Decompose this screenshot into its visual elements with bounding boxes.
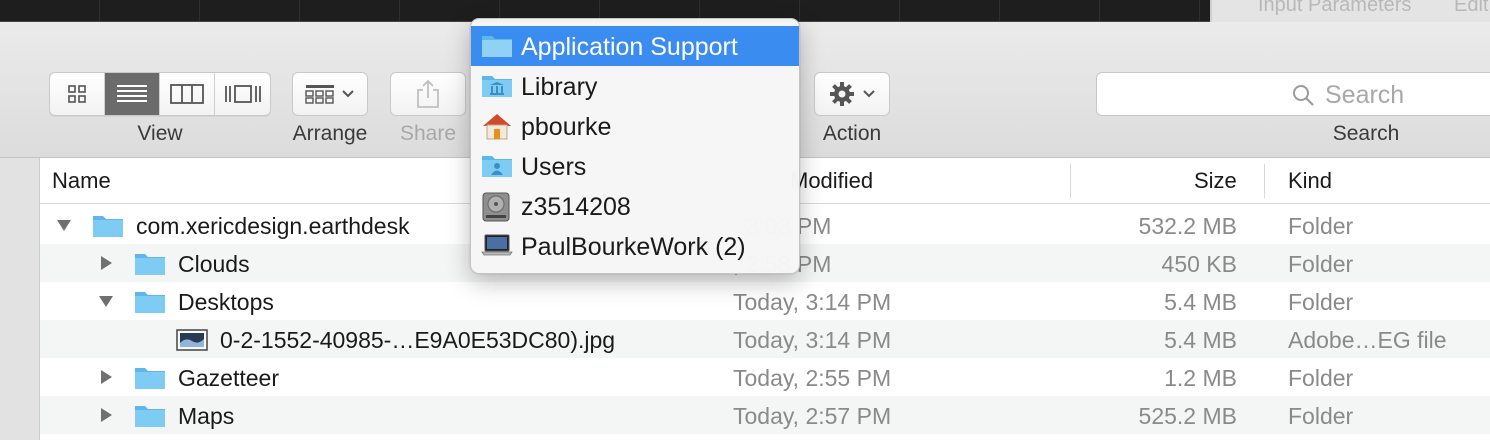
row-name: 0-2-1552-40985-…E9A0E53DC80).jpg (220, 327, 616, 353)
image-file-icon (176, 329, 208, 351)
row-size: 532.2 MB (1138, 213, 1237, 239)
menu-item-library[interactable]: Library (471, 66, 799, 106)
arrange-button[interactable] (292, 72, 368, 116)
row-size: 5.4 MB (1164, 289, 1237, 315)
chevron-down-icon (342, 90, 354, 98)
search-label: Search (1332, 122, 1400, 145)
grid-icon (68, 85, 86, 103)
row-name: Clouds (178, 251, 250, 277)
share-icon (417, 79, 439, 108)
menu-item-label: Library (521, 73, 598, 101)
action-button[interactable] (814, 72, 890, 116)
home-icon (483, 114, 511, 140)
cover-flow-icon (224, 85, 261, 103)
folder-icon (93, 216, 123, 237)
share-label: Share (399, 122, 457, 145)
row-size: 450 KB (1161, 251, 1237, 277)
menu-item-label: Application Support (521, 33, 738, 61)
list-view-button[interactable] (105, 73, 160, 115)
folder-icon (135, 406, 165, 427)
laptop-icon (481, 234, 513, 256)
view-segmented-control[interactable] (49, 72, 271, 116)
name-column-header[interactable]: Name (52, 168, 111, 194)
cover-flow-view-button[interactable] (215, 73, 270, 115)
folder-icon (482, 36, 512, 57)
modified-column-header[interactable]: Modified (790, 168, 873, 194)
size-column-header[interactable]: Size (1194, 168, 1237, 194)
row-name: Desktops (178, 289, 274, 315)
table-row[interactable]: Desktops Today, 3:14 PM 5.4 MB Folder (40, 282, 1490, 320)
row-name: Maps (178, 403, 235, 429)
menu-item-users[interactable]: Users (471, 146, 799, 186)
menu-item-application-support[interactable]: Application Support (471, 26, 799, 66)
menu-item-label: PaulBourkeWork (2) (521, 233, 746, 261)
table-row[interactable]: Gazetteer Today, 2:55 PM 1.2 MB Folder (40, 358, 1490, 396)
menu-item-paulbourkework[interactable]: PaulBourkeWork (2) (471, 226, 799, 266)
menu-item-z3514208[interactable]: z3514208 (471, 186, 799, 226)
edit-label: Edit (1454, 0, 1489, 16)
row-kind: Folder (1288, 403, 1354, 429)
row-date: Today, 2:57 PM (733, 403, 892, 429)
menu-item-label: pbourke (521, 113, 612, 141)
disclosure-triangle-collapsed-icon[interactable] (97, 368, 115, 386)
input-parameters-label: Input Parameters (1258, 0, 1412, 16)
disclosure-triangle-expanded-icon[interactable] (55, 216, 73, 234)
row-name: Gazetteer (178, 365, 279, 391)
row-name: com.xericdesign.earthdesk (136, 213, 410, 239)
column-separator[interactable] (1070, 164, 1071, 198)
row-date: Today, 2:55 PM (733, 365, 892, 391)
arrange-label: Arrange (292, 122, 368, 145)
columns-icon (170, 84, 204, 104)
list-icon (117, 85, 147, 102)
disclosure-triangle-collapsed-icon[interactable] (97, 254, 115, 272)
row-kind: Folder (1288, 251, 1354, 277)
icon-view-button[interactable] (50, 73, 105, 115)
folder-icon (135, 254, 165, 275)
chevron-down-icon (863, 90, 875, 98)
menu-item-label: z3514208 (521, 193, 631, 221)
table-row[interactable]: Maps Today, 2:57 PM 525.2 MB Folder (40, 396, 1490, 434)
view-label: View (137, 122, 183, 145)
users-folder-icon (482, 156, 512, 177)
table-row[interactable]: 0-2-1552-40985-…E9A0E53DC80).jpg Today, … (40, 320, 1490, 358)
row-kind: Folder (1288, 365, 1354, 391)
column-view-button[interactable] (160, 73, 215, 115)
row-size: 5.4 MB (1164, 327, 1237, 353)
action-label: Action (822, 122, 882, 145)
menu-item-label: Users (521, 153, 587, 181)
row-kind: Folder (1288, 289, 1354, 315)
gear-icon (830, 82, 854, 106)
menu-item-pbourke[interactable]: pbourke (471, 106, 799, 146)
search-placeholder: Search (1325, 81, 1405, 109)
folder-icon (135, 368, 165, 389)
search-icon (1293, 85, 1314, 106)
row-size: 525.2 MB (1138, 403, 1237, 429)
path-popup-menu: Application Support Library pbourke User… (470, 18, 800, 274)
arrange-grid-icon (305, 85, 334, 104)
share-button[interactable] (390, 72, 466, 116)
row-size: 1.2 MB (1164, 365, 1237, 391)
row-kind: Adobe…EG file (1288, 327, 1447, 353)
library-folder-icon (482, 76, 512, 97)
sidebar (0, 158, 40, 440)
row-date: Today, 3:14 PM (733, 289, 892, 315)
disclosure-triangle-collapsed-icon[interactable] (97, 406, 115, 424)
row-kind: Folder (1288, 213, 1354, 239)
folder-icon (135, 292, 165, 313)
search-field[interactable]: Search (1096, 72, 1490, 116)
column-separator[interactable] (1264, 164, 1265, 198)
input-parameters-panel: Input Parameters Edit (1210, 0, 1490, 22)
hard-drive-icon (482, 192, 510, 222)
row-date: Today, 3:14 PM (733, 327, 892, 353)
kind-column-header[interactable]: Kind (1288, 168, 1332, 194)
disclosure-triangle-expanded-icon[interactable] (97, 292, 115, 310)
